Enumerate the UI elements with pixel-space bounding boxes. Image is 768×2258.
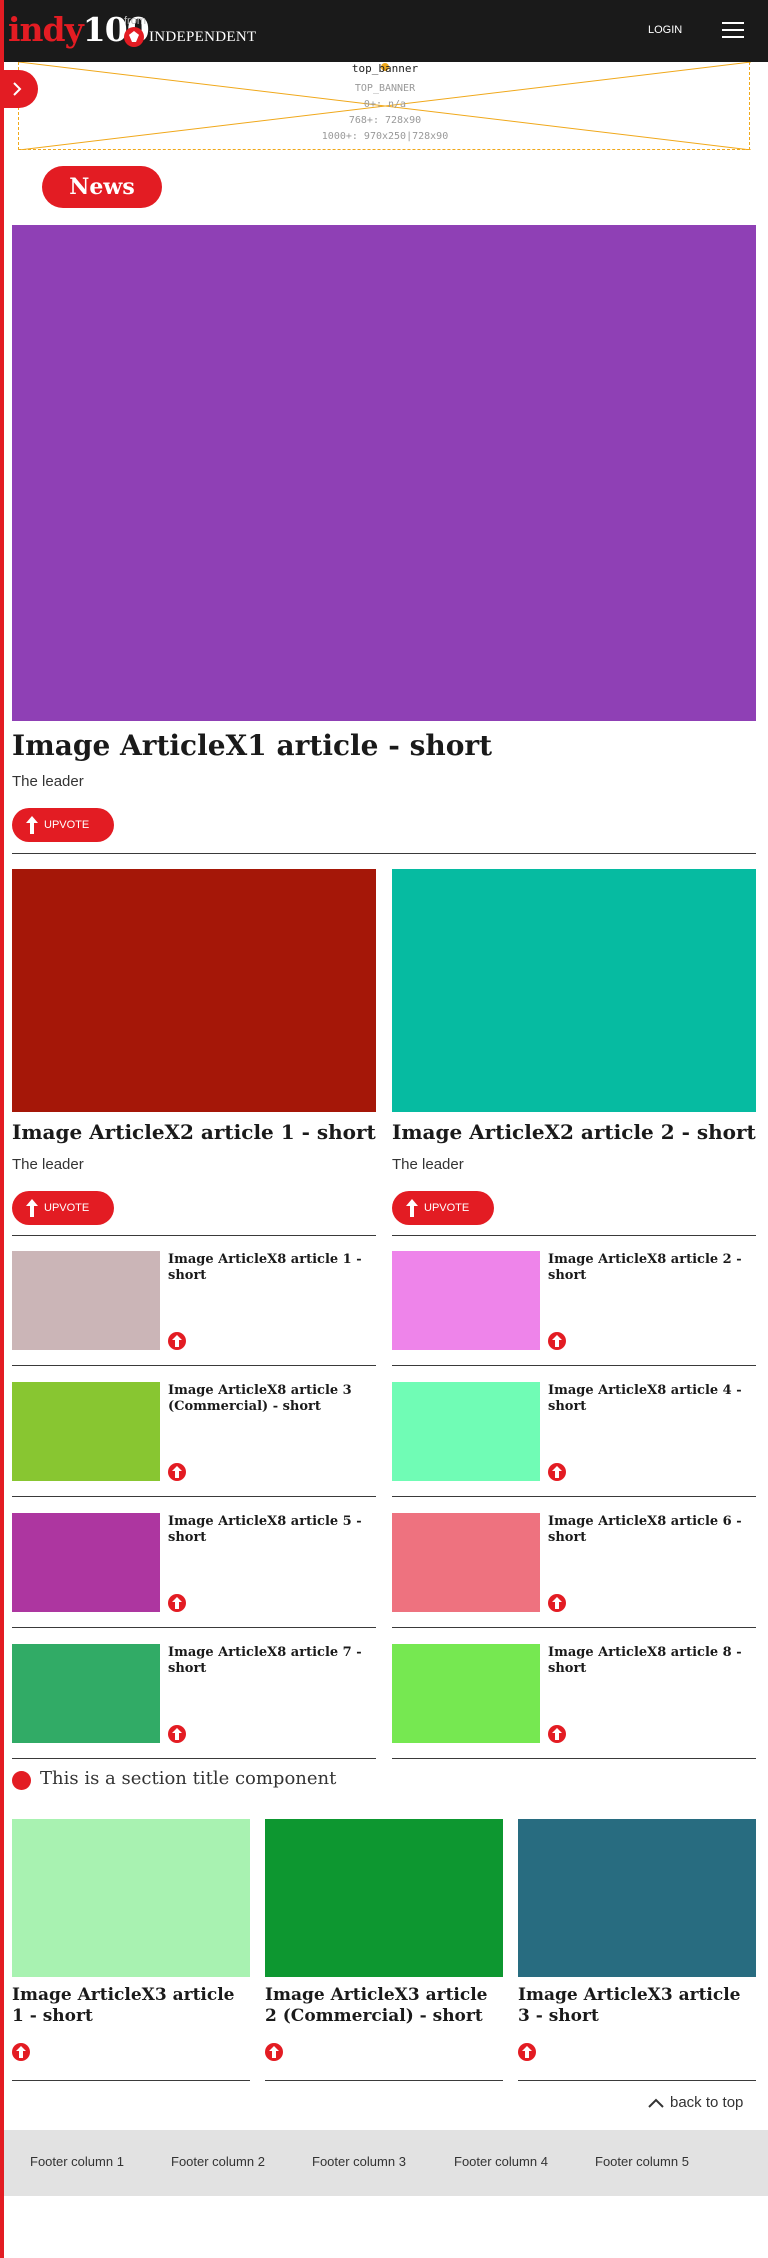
x8-article-1-title[interactable]: Image ArticleX8 article 1 - short (168, 1252, 374, 1284)
divider (12, 2080, 250, 2081)
upvote-label: UPVOTE (424, 1202, 470, 1214)
ad-slot-code: TOP_BANNER (354, 83, 416, 94)
divider (392, 1496, 756, 1497)
upvote-label: UPVOTE (44, 819, 90, 831)
divider (392, 1365, 756, 1366)
x3-article-1-title[interactable]: Image ArticleX3 article 1 - short (12, 1985, 252, 2027)
independent-logo[interactable]: INDEPENDENT (124, 27, 256, 47)
divider (12, 1496, 376, 1497)
left-red-rail (0, 0, 4, 2258)
divider (12, 1235, 376, 1236)
x8-article-8-image[interactable] (392, 1644, 540, 1743)
arrow-up-icon (406, 1199, 418, 1217)
divider (12, 1365, 376, 1366)
x2-article-1-image[interactable] (12, 869, 376, 1112)
divider (12, 853, 756, 854)
chevron-right-icon (13, 82, 22, 96)
footer-column-3[interactable]: Footer column 3 (312, 2154, 406, 2169)
hero-article-subtitle: The leader (12, 773, 84, 790)
divider (518, 2080, 756, 2081)
ad-slot-name: top_banner (351, 62, 419, 75)
footer-column-5[interactable]: Footer column 5 (595, 2154, 689, 2169)
top-navigation-bar: indy100 from INDEPENDENT LOGIN (0, 0, 768, 62)
section-title-dot-icon (12, 1771, 31, 1790)
x8-article-1-upvote-icon[interactable] (168, 1332, 186, 1350)
x8-article-4-upvote-icon[interactable] (548, 1463, 566, 1481)
ad-rule-medium: 768+: 728x90 (348, 115, 422, 126)
x8-article-6-upvote-icon[interactable] (548, 1594, 566, 1612)
from-label: from (124, 15, 146, 27)
x3-article-1-upvote-icon[interactable] (12, 2043, 30, 2061)
x3-article-3-title[interactable]: Image ArticleX3 article 3 - short (518, 1985, 756, 2027)
x2-article-1-subtitle: The leader (12, 1156, 84, 1173)
x8-article-8-upvote-icon[interactable] (548, 1725, 566, 1743)
x8-article-4-image[interactable] (392, 1382, 540, 1481)
hero-article-title[interactable]: Image ArticleX1 article - short (12, 728, 492, 764)
x8-article-8-title[interactable]: Image ArticleX8 article 8 - short (548, 1645, 754, 1677)
x2-article-2-image[interactable] (392, 869, 756, 1112)
x8-article-2-title[interactable]: Image ArticleX8 article 2 - short (548, 1252, 754, 1284)
divider (12, 1627, 376, 1628)
x8-article-5-title[interactable]: Image ArticleX8 article 5 - short (168, 1514, 374, 1546)
arrow-up-icon (26, 1199, 38, 1217)
footer: Footer column 1 Footer column 2 Footer c… (4, 2130, 768, 2196)
partner-name: INDEPENDENT (149, 28, 257, 45)
x8-article-1-image[interactable] (12, 1251, 160, 1350)
x8-article-4-title[interactable]: Image ArticleX8 article 4 - short (548, 1383, 754, 1415)
x8-article-2-image[interactable] (392, 1251, 540, 1350)
logo-part-indy: indy (8, 10, 84, 49)
top-banner-ad-placeholder: top_banner TOP_BANNER 0+: n/a 768+: 728x… (18, 62, 751, 150)
divider (265, 2080, 503, 2081)
footer-column-1[interactable]: Footer column 1 (30, 2154, 124, 2169)
independent-eagle-icon (124, 27, 144, 47)
hero-article-image[interactable] (12, 225, 756, 721)
divider (392, 1627, 756, 1628)
x2-article-1-title[interactable]: Image ArticleX2 article 1 - short (12, 1119, 376, 1145)
section-title: This is a section title component (40, 1768, 337, 1789)
login-link[interactable]: LOGIN (648, 24, 682, 36)
x3-article-3-image[interactable] (518, 1819, 756, 1977)
x2-article-2-upvote-button[interactable]: UPVOTE (392, 1191, 494, 1225)
back-to-top-link[interactable]: back to top (648, 2094, 743, 2111)
x2-article-1-upvote-button[interactable]: UPVOTE (12, 1191, 114, 1225)
x3-article-3-upvote-icon[interactable] (518, 2043, 536, 2061)
hamburger-menu-icon[interactable] (722, 22, 744, 38)
chevron-up-icon (648, 2098, 664, 2108)
divider (392, 1758, 756, 1759)
x8-article-2-upvote-icon[interactable] (548, 1332, 566, 1350)
footer-column-4[interactable]: Footer column 4 (454, 2154, 548, 2169)
x8-article-6-title[interactable]: Image ArticleX8 article 6 - short (548, 1514, 754, 1546)
x8-article-3-image[interactable] (12, 1382, 160, 1481)
ad-rule-small: 0+: n/a (363, 99, 407, 110)
section-pill-news[interactable]: News (42, 166, 162, 208)
side-drawer-toggle[interactable] (0, 70, 38, 108)
x8-article-3-upvote-icon[interactable] (168, 1463, 186, 1481)
ad-rule-large: 1000+: 970x250|728x90 (321, 131, 449, 142)
x8-article-7-title[interactable]: Image ArticleX8 article 7 - short (168, 1645, 374, 1677)
x2-article-2-title[interactable]: Image ArticleX2 article 2 - short (392, 1119, 756, 1145)
x3-article-2-title[interactable]: Image ArticleX3 article 2 (Commercial) -… (265, 1985, 503, 2027)
x2-article-2-subtitle: The leader (392, 1156, 464, 1173)
divider (392, 1235, 756, 1236)
x8-article-7-upvote-icon[interactable] (168, 1725, 186, 1743)
x3-article-2-image[interactable] (265, 1819, 503, 1977)
x8-article-3-title[interactable]: Image ArticleX8 article 3 (Commercial) -… (168, 1383, 374, 1415)
x8-article-6-image[interactable] (392, 1513, 540, 1612)
x8-article-7-image[interactable] (12, 1644, 160, 1743)
x3-article-1-image[interactable] (12, 1819, 250, 1977)
x3-article-2-upvote-icon[interactable] (265, 2043, 283, 2061)
back-to-top-label: back to top (670, 2094, 744, 2111)
arrow-up-icon (26, 816, 38, 834)
upvote-label: UPVOTE (44, 1202, 90, 1214)
divider (12, 1758, 376, 1759)
footer-column-2[interactable]: Footer column 2 (171, 2154, 265, 2169)
x8-article-5-upvote-icon[interactable] (168, 1594, 186, 1612)
hero-upvote-button[interactable]: UPVOTE (12, 808, 114, 842)
x8-article-5-image[interactable] (12, 1513, 160, 1612)
ad-slot-info: top_banner TOP_BANNER 0+: n/a 768+: 728x… (19, 62, 751, 144)
